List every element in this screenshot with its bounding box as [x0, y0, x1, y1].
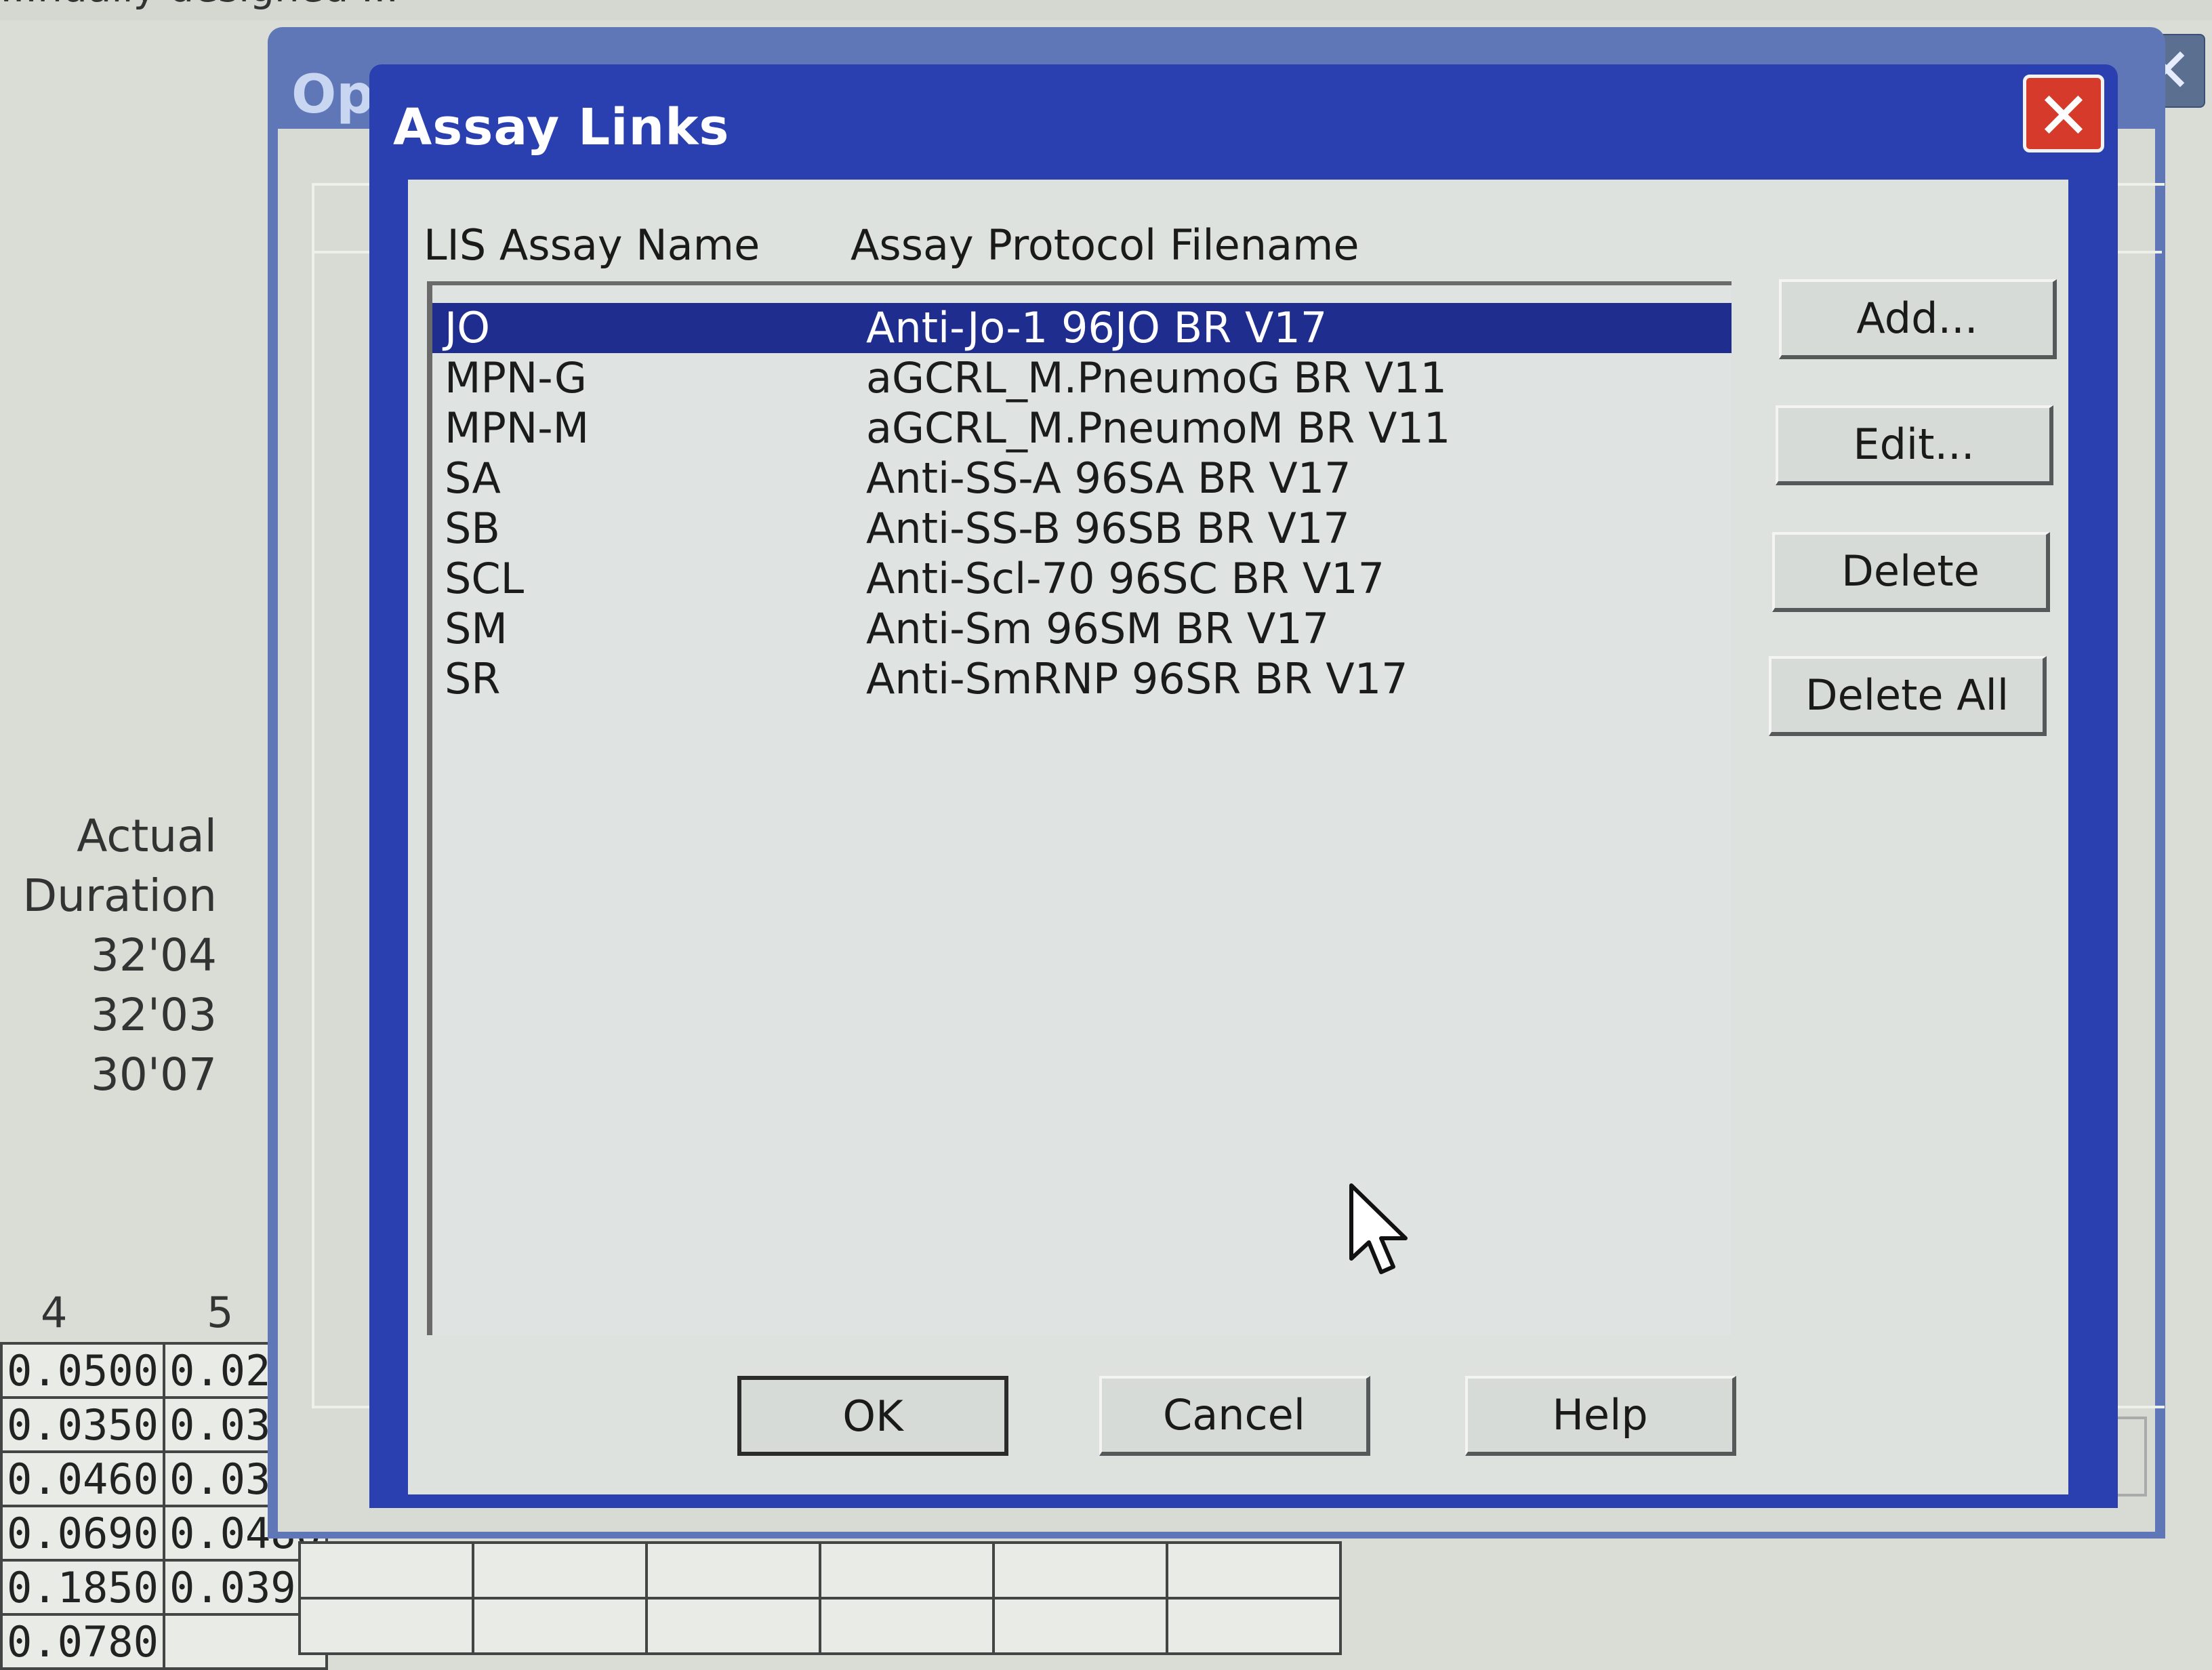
assay-links-list[interactable]: JO Anti-Jo-1 96JO BR V17 MPN-G aGCRL_M.P…: [427, 281, 1732, 1335]
grid-cell[interactable]: [645, 1541, 821, 1600]
grid-cell[interactable]: 0.1850: [0, 1559, 165, 1616]
protocol-filename: Anti-SS-B 96SB BR V17: [866, 504, 1350, 553]
column-header-assay-protocol-filename[interactable]: Assay Protocol Filename: [851, 220, 1359, 270]
ok-button[interactable]: OK: [737, 1376, 1008, 1456]
protocol-filename: Anti-Sm 96SM BR V17: [866, 604, 1330, 653]
protocol-filename: Anti-SS-A 96SA BR V17: [866, 453, 1351, 503]
actual-label: Actual: [77, 810, 217, 862]
assay-name: SM: [445, 604, 508, 653]
grid-cell[interactable]: [819, 1597, 995, 1655]
column-header-lis-assay-name[interactable]: LIS Assay Name: [424, 220, 760, 270]
duration-value: 32'03: [90, 989, 217, 1041]
edit-button[interactable]: Edit...: [1776, 405, 2053, 485]
grid-cell[interactable]: 0.0350: [0, 1396, 165, 1453]
grid-cell[interactable]: [992, 1541, 1168, 1600]
grid-cell[interactable]: [992, 1597, 1168, 1655]
list-item[interactable]: MPN-G aGCRL_M.PneumoG BR V11: [432, 353, 1732, 403]
duration-value: 30'07: [90, 1048, 217, 1101]
grid-cell[interactable]: [1166, 1541, 1342, 1600]
grid-cell[interactable]: [472, 1597, 648, 1655]
list-item[interactable]: MPN-M aGCRL_M.PneumoM BR V11: [432, 403, 1732, 453]
grid-cell[interactable]: [298, 1541, 474, 1600]
close-icon[interactable]: ✕: [2023, 75, 2104, 154]
assay-name: MPN-G: [445, 353, 587, 403]
list-item[interactable]: SA Anti-SS-A 96SA BR V17: [432, 453, 1732, 504]
assay-name: MPN-M: [445, 403, 590, 453]
protocol-filename: aGCRL_M.PneumoG BR V11: [866, 353, 1447, 403]
assay-name: JO: [445, 303, 491, 352]
table-row: 0.1850 0.0390: [0, 1559, 328, 1616]
grid-cell[interactable]: 0.0780: [0, 1613, 165, 1670]
assay-name: SA: [445, 453, 501, 503]
protocol-filename: Anti-Jo-1 96JO BR V17: [866, 303, 1328, 352]
duration-value: 32'04: [90, 929, 217, 981]
assay-name: SCL: [445, 554, 525, 603]
table-row: [298, 1541, 1342, 1600]
background-duration-labels: Actual Duration 32'04 32'03 30'07: [0, 807, 217, 1105]
protocol-filename: aGCRL_M.PneumoM BR V11: [866, 403, 1451, 453]
grid-cell[interactable]: [472, 1541, 648, 1600]
assay-name: SR: [445, 654, 501, 704]
mouse-pointer-icon: [1349, 1183, 1408, 1274]
table-row: [298, 1597, 1342, 1655]
grid-cell[interactable]: 0.0690: [0, 1505, 165, 1562]
list-item[interactable]: SCL Anti-Scl-70 96SC BR V17: [432, 554, 1732, 604]
grid-cell[interactable]: [645, 1597, 821, 1655]
protocol-filename: Anti-Scl-70 96SC BR V17: [866, 554, 1385, 603]
cancel-button[interactable]: Cancel: [1099, 1376, 1370, 1456]
grid-cell[interactable]: 0.0500: [0, 1342, 165, 1399]
list-item[interactable]: SB Anti-SS-B 96SB BR V17: [432, 504, 1732, 554]
protocol-filename: Anti-SmRNP 96SR BR V17: [866, 654, 1408, 704]
delete-button[interactable]: Delete: [1772, 532, 2050, 612]
grid-header-4: 4: [41, 1288, 68, 1337]
grid-cell[interactable]: 0.0460: [0, 1450, 165, 1507]
list-item[interactable]: JO Anti-Jo-1 96JO BR V17: [432, 303, 1732, 353]
background-top-text: ...nually designed ...: [0, 0, 398, 11]
assay-name: SB: [445, 504, 500, 553]
dialog-title: Assay Links: [393, 98, 730, 157]
help-button[interactable]: Help: [1465, 1376, 1736, 1456]
grid-cell[interactable]: [298, 1597, 474, 1655]
add-button[interactable]: Add...: [1779, 279, 2057, 359]
grid-cell[interactable]: [1166, 1597, 1342, 1655]
table-row: 0.0780: [0, 1613, 328, 1670]
list-item[interactable]: SM Anti-Sm 96SM BR V17: [432, 604, 1732, 654]
delete-all-button[interactable]: Delete All: [1769, 656, 2047, 736]
grid-cell[interactable]: [819, 1541, 995, 1600]
duration-label: Duration: [22, 870, 217, 922]
background-empty-grid: [298, 1541, 1342, 1655]
grid-header-5: 5: [207, 1288, 234, 1337]
list-item[interactable]: SR Anti-SmRNP 96SR BR V17: [432, 654, 1732, 704]
